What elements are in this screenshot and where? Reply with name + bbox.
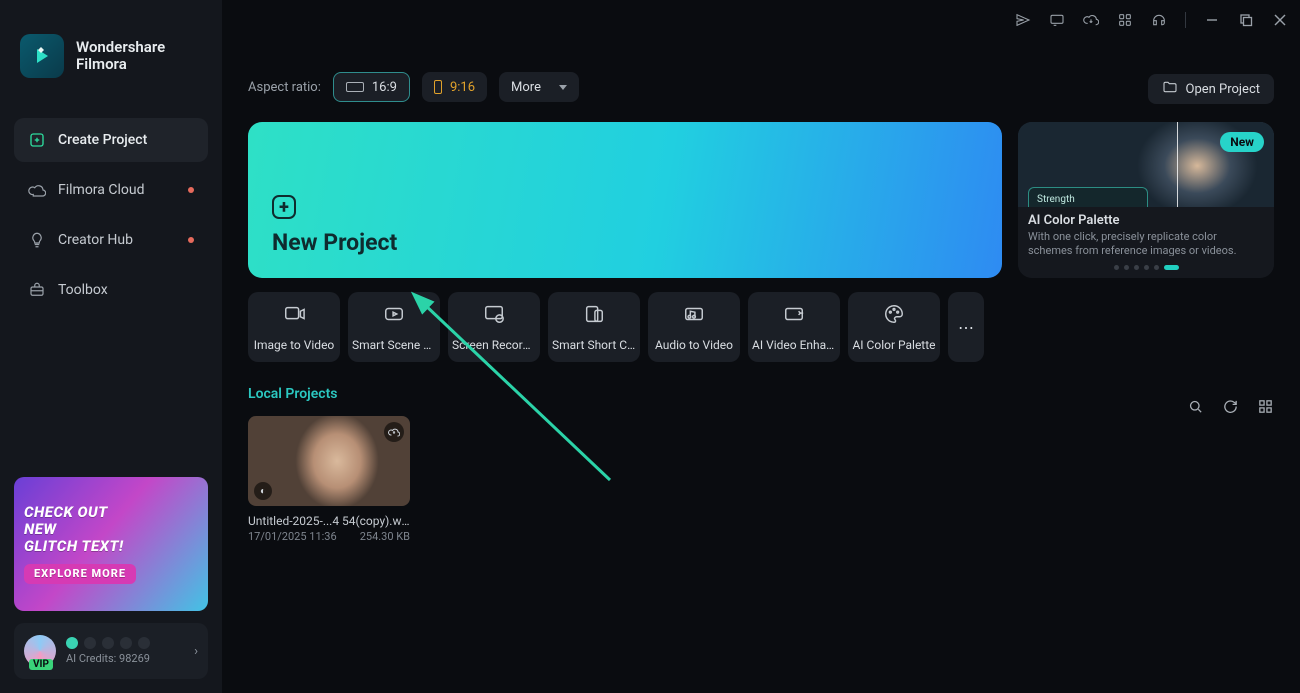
- open-project-label: Open Project: [1186, 82, 1261, 97]
- screen-recorder-icon: [483, 303, 505, 330]
- hero-title: New Project: [272, 229, 978, 256]
- promo-line2: NEW: [24, 521, 57, 538]
- project-date: 17/01/2025 11:36: [248, 530, 337, 543]
- ellipsis-icon: ⋯: [958, 318, 974, 337]
- tool-label: Audio to Video: [652, 338, 736, 352]
- new-project-hero[interactable]: + New Project: [248, 122, 1002, 278]
- enhance-icon: [783, 303, 805, 330]
- landscape-icon: [346, 82, 364, 92]
- brand-line2: Filmora: [76, 56, 165, 73]
- tool-label: AI Video Enhan...: [752, 338, 836, 352]
- sidebar-item-label: Create Project: [58, 132, 147, 148]
- project-size: 254.30 KB: [360, 530, 410, 543]
- aspect-chip-label: 9:16: [450, 80, 475, 95]
- tool-label: Image to Video: [252, 338, 336, 352]
- plus-square-icon: [28, 131, 46, 149]
- sidebar-item-filmora-cloud[interactable]: Filmora Cloud: [14, 168, 208, 212]
- bulb-icon: [28, 231, 46, 249]
- folder-icon: [1162, 79, 1178, 99]
- promo-line1: CHECK OUT: [24, 504, 108, 521]
- tool-image-to-video[interactable]: Image to Video: [248, 292, 340, 362]
- promo-line3: GLITCH TEXT!: [24, 538, 123, 555]
- more-label: More: [511, 80, 541, 95]
- project-name: Untitled-2025-...4 54(copy).wfp: [248, 514, 410, 528]
- tool-row: Image to Video Smart Scene Cut Screen Re…: [248, 292, 1274, 362]
- tool-label: Smart Scene Cut: [352, 338, 436, 352]
- sidebar-item-create-project[interactable]: Create Project: [14, 118, 208, 162]
- aspect-chip-9-16[interactable]: 9:16: [422, 72, 487, 102]
- new-pill: New: [1220, 132, 1264, 152]
- tool-screen-recorder[interactable]: Screen Recorder: [448, 292, 540, 362]
- ai-credits-label: AI Credits: 98269: [66, 652, 150, 665]
- vip-badge: VIP: [29, 659, 53, 670]
- sidebar-item-label: Toolbox: [58, 282, 108, 298]
- tool-ai-color-palette[interactable]: AI Color Palette: [848, 292, 940, 362]
- tool-overflow[interactable]: ⋯: [948, 292, 984, 362]
- app-logo: Wondershare Filmora: [14, 34, 208, 78]
- sidebar-item-toolbox[interactable]: Toolbox: [14, 268, 208, 312]
- tool-label: Smart Short Cli...: [552, 338, 636, 352]
- credit-bubbles: [66, 637, 150, 649]
- feature-desc: With one click, precisely replicate colo…: [1028, 230, 1264, 256]
- palette-icon: [883, 303, 905, 330]
- aspect-chip-16-9[interactable]: 16:9: [333, 72, 410, 102]
- aspect-ratio-label: Aspect ratio:: [248, 80, 321, 95]
- aspect-more-dropdown[interactable]: More: [499, 72, 579, 102]
- project-card[interactable]: ◐ Untitled-2025-...4 54(copy).wfp 17/01/…: [248, 416, 410, 543]
- tool-smart-scene-cut[interactable]: Smart Scene Cut: [348, 292, 440, 362]
- brand-line1: Wondershare: [76, 39, 165, 56]
- chevron-down-icon: [559, 85, 567, 90]
- local-projects-title: Local Projects: [248, 386, 1274, 402]
- project-list-actions: [1187, 398, 1274, 419]
- sidebar-item-label: Creator Hub: [58, 232, 133, 248]
- project-thumbnail: ◐: [248, 416, 410, 506]
- project-indicator-icon: ◐: [254, 482, 272, 500]
- logo-mark-icon: [20, 34, 64, 78]
- tool-smart-short-clips[interactable]: Smart Short Cli...: [548, 292, 640, 362]
- tool-audio-to-video[interactable]: Audio to Video: [648, 292, 740, 362]
- user-strip[interactable]: VIP AI Credits: 98269 ›: [14, 623, 208, 679]
- sidebar-item-creator-hub[interactable]: Creator Hub: [14, 218, 208, 262]
- aspect-chip-label: 16:9: [372, 80, 397, 95]
- plus-square-icon: +: [272, 195, 296, 219]
- notification-dot-icon: [188, 187, 194, 193]
- promo-cta[interactable]: EXPLORE MORE: [24, 564, 136, 585]
- search-icon[interactable]: [1187, 398, 1204, 419]
- feature-title: AI Color Palette: [1028, 213, 1264, 228]
- feature-card[interactable]: New Strength Protect Skin Tones AI Color…: [1018, 122, 1274, 278]
- open-project-button[interactable]: Open Project: [1148, 74, 1275, 104]
- promo-banner[interactable]: CHECK OUT NEW GLITCH TEXT! EXPLORE MORE: [14, 477, 208, 611]
- notification-dot-icon: [188, 237, 194, 243]
- carousel-dots[interactable]: [1018, 265, 1274, 270]
- audio-video-icon: [683, 303, 705, 330]
- toolbox-icon: [28, 281, 46, 299]
- tool-label: AI Color Palette: [852, 338, 936, 352]
- image-video-icon: [283, 303, 305, 330]
- sidebar-item-label: Filmora Cloud: [58, 182, 144, 198]
- overlay-label: Strength: [1037, 194, 1139, 207]
- tool-label: Screen Recorder: [452, 338, 536, 352]
- cloud-icon: [28, 181, 46, 199]
- tool-ai-video-enhance[interactable]: AI Video Enhan...: [748, 292, 840, 362]
- view-grid-icon[interactable]: [1257, 398, 1274, 419]
- chevron-right-icon: ›: [194, 644, 198, 659]
- aspect-ratio-row: Aspect ratio: 16:9 9:16 More: [248, 72, 1274, 102]
- scene-cut-icon: [383, 303, 405, 330]
- short-clip-icon: [583, 303, 605, 330]
- portrait-icon: [434, 80, 442, 94]
- main-area: Open Project Aspect ratio: 16:9 9:16 Mor…: [222, 0, 1300, 693]
- sidebar-nav: Create Project Filmora Cloud Creator Hub…: [14, 118, 208, 312]
- sidebar: Wondershare Filmora Create Project Filmo…: [0, 0, 222, 693]
- refresh-icon[interactable]: [1222, 398, 1239, 419]
- cloud-upload-icon[interactable]: [384, 422, 404, 442]
